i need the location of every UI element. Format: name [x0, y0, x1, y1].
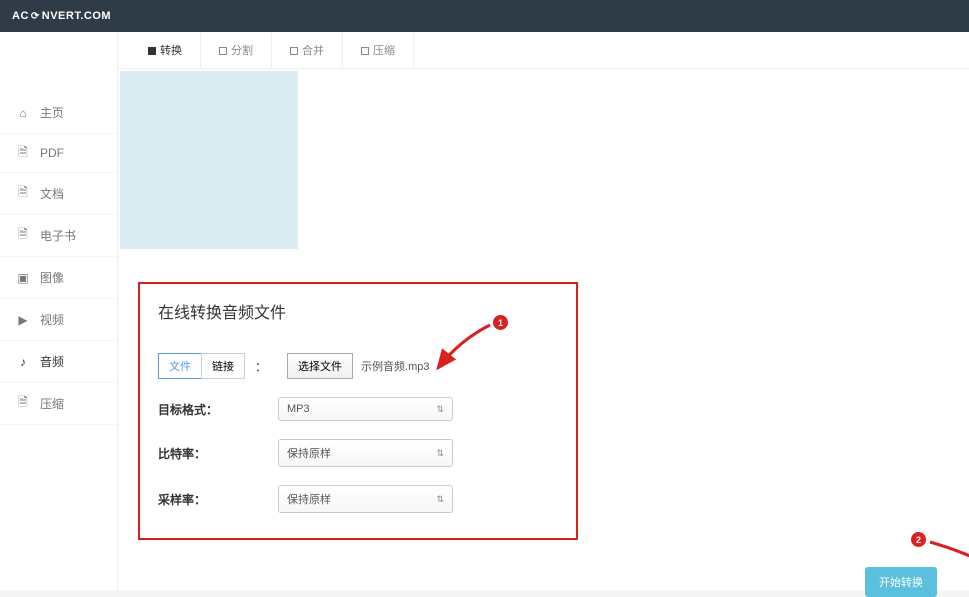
selected-filename: 示例音频.mp3: [361, 358, 429, 374]
tab-marker-icon: [361, 47, 369, 55]
tabs: 转换 分割 合并 压缩: [118, 32, 969, 69]
sidebar-item-ebook[interactable]: 🗎 电子书: [0, 215, 117, 257]
bitrate-row: 比特率： 保持原样 ⇅: [158, 439, 558, 467]
audio-icon: ♪: [16, 355, 30, 369]
annotation-badge-1: 1: [493, 315, 508, 330]
sidebar-item-label: 音频: [40, 353, 64, 370]
source-toggle: 文件 链接: [158, 353, 245, 379]
samplerate-select[interactable]: 保持原样 ⇅: [278, 485, 453, 513]
sidebar-item-video[interactable]: ▶ 视频: [0, 299, 117, 341]
refresh-icon: ⟳: [31, 11, 40, 22]
sidebar-item-audio[interactable]: ♪ 音频: [0, 341, 117, 383]
sidebar-item-home[interactable]: ⌂ 主页: [0, 92, 117, 134]
home-icon: ⌂: [16, 106, 30, 120]
sidebar: ⌂ 主页 🗎 PDF 🗎 文档 🗎 电子书 ▣ 图像 ▶ 视频 ♪ 音频 🗎: [0, 32, 118, 590]
tab-split[interactable]: 分割: [201, 32, 272, 68]
ebook-icon: 🗎: [16, 229, 30, 243]
conversion-form: 在线转换音频文件 文件 链接 ： 选择文件 示例音频.mp3 目标格式： MP3…: [138, 282, 578, 540]
sidebar-item-label: 电子书: [40, 227, 76, 244]
chevron-updown-icon: ⇅: [436, 404, 444, 415]
choose-file-button[interactable]: 选择文件: [287, 353, 353, 379]
video-icon: ▶: [16, 313, 30, 327]
source-link-tab[interactable]: 链接: [201, 353, 245, 379]
main-content: 转换 分割 合并 压缩 在线转换音频文件 文件 链接 ： 选择文件: [118, 32, 969, 590]
archive-icon: 🗎: [16, 397, 30, 411]
target-format-row: 目标格式： MP3 ⇅: [158, 397, 558, 421]
ad-placeholder: [120, 71, 298, 249]
sidebar-item-label: 文档: [40, 185, 64, 202]
logo: AC⟳NVERT.COM: [12, 10, 111, 22]
tab-marker-icon: [148, 47, 156, 55]
sidebar-item-pdf[interactable]: 🗎 PDF: [0, 134, 117, 173]
target-format-select[interactable]: MP3 ⇅: [278, 397, 453, 421]
tab-merge[interactable]: 合并: [272, 32, 343, 68]
bitrate-label: 比特率：: [158, 445, 248, 462]
sidebar-item-image[interactable]: ▣ 图像: [0, 257, 117, 299]
pdf-icon: 🗎: [16, 146, 30, 160]
app-header: AC⟳NVERT.COM: [0, 0, 969, 32]
source-row: 文件 链接 ： 选择文件 示例音频.mp3: [158, 353, 558, 379]
target-format-label: 目标格式：: [158, 401, 248, 418]
sidebar-item-doc[interactable]: 🗎 文档: [0, 173, 117, 215]
samplerate-row: 采样率： 保持原样 ⇅: [158, 485, 558, 513]
annotation-badge-2: 2: [911, 532, 926, 547]
sidebar-item-label: 视频: [40, 311, 64, 328]
sidebar-item-label: 压缩: [40, 395, 64, 412]
sidebar-item-label: 图像: [40, 269, 64, 286]
tab-compress[interactable]: 压缩: [343, 32, 414, 68]
chevron-updown-icon: ⇅: [436, 448, 444, 459]
source-file-tab[interactable]: 文件: [158, 353, 201, 379]
bitrate-select[interactable]: 保持原样 ⇅: [278, 439, 453, 467]
sidebar-item-archive[interactable]: 🗎 压缩: [0, 383, 117, 425]
sidebar-item-label: 主页: [40, 104, 64, 121]
doc-icon: 🗎: [16, 187, 30, 201]
tab-marker-icon: [219, 47, 227, 55]
image-icon: ▣: [16, 271, 30, 285]
tab-marker-icon: [290, 47, 298, 55]
samplerate-label: 采样率：: [158, 491, 248, 508]
sidebar-item-label: PDF: [40, 146, 64, 160]
start-convert-button[interactable]: 开始转换: [865, 567, 937, 597]
chevron-updown-icon: ⇅: [436, 494, 444, 505]
tab-convert[interactable]: 转换: [130, 32, 201, 68]
